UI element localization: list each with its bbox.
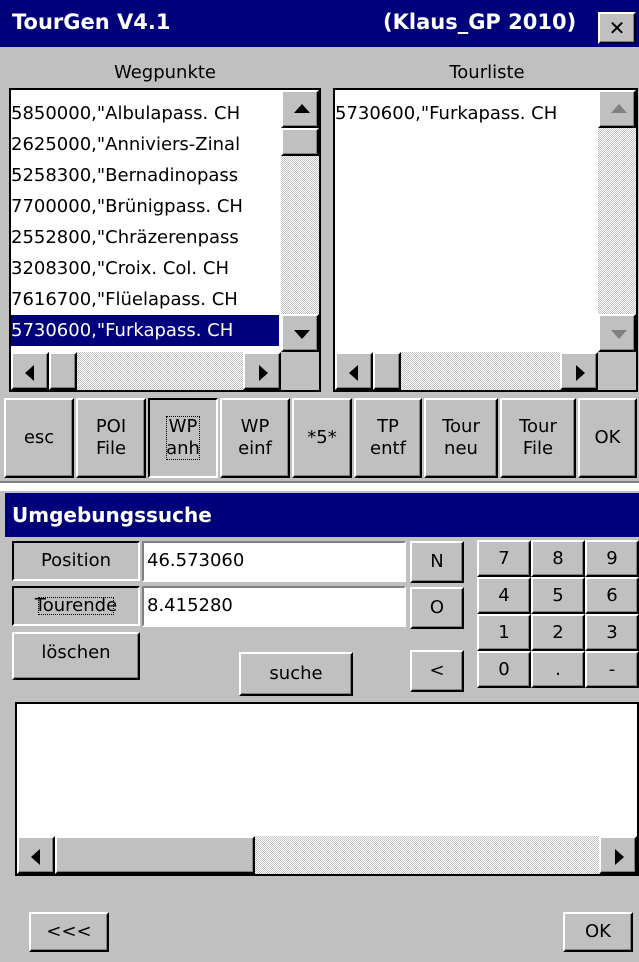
scroll-down-button[interactable] [281, 314, 319, 352]
tp-entf-button[interactable]: TP entf [354, 398, 422, 478]
list-item[interactable]: 5850000,"Albulapass. CH [11, 98, 279, 129]
arrow-up-icon [294, 104, 310, 113]
keypad-key[interactable]: 9 [585, 540, 639, 577]
tour-file-button[interactable]: Tour File [500, 398, 576, 478]
scroll-right-button[interactable] [560, 352, 598, 390]
suche-button[interactable]: suche [239, 652, 353, 696]
hscroll-thumb[interactable] [373, 352, 401, 390]
list-item[interactable]: 5730600,"Furkapass. CH [335, 98, 597, 129]
scroll-left-button[interactable] [335, 352, 373, 390]
arrow-up-icon [611, 104, 627, 113]
wp-einf-button[interactable]: WP einf [220, 398, 290, 478]
keypad-key[interactable]: 6 [585, 577, 639, 614]
scroll-up-button[interactable] [281, 90, 319, 128]
tourlist-header: Tourliste [449, 62, 525, 83]
scroll-down-button[interactable] [598, 314, 636, 352]
list-item[interactable]: 7700000,"Brünigpass. CH [11, 191, 279, 222]
position-field[interactable]: 46.573060 [142, 541, 406, 582]
arrow-right-icon [615, 849, 624, 865]
tourlist-hscroll[interactable] [335, 352, 598, 390]
ok-button[interactable]: OK [578, 398, 637, 478]
waypoints-hscroll[interactable] [11, 352, 281, 390]
keypad-key[interactable]: 8 [531, 540, 585, 577]
keypad-key[interactable]: 0 [477, 651, 531, 688]
arrow-left-icon [31, 849, 40, 865]
scroll-left-button[interactable] [17, 836, 55, 874]
scroll-corner [281, 352, 319, 390]
backspace-button[interactable]: < [410, 650, 464, 692]
scroll-up-button[interactable] [598, 90, 636, 128]
list-item[interactable]: 3208300,"Croix. Col. CH [11, 253, 279, 284]
list-item[interactable]: 5730600,"Furkapass. CH [11, 315, 279, 346]
keypad-key[interactable]: 5 [531, 577, 585, 614]
scroll-right-button[interactable] [599, 836, 637, 874]
search-ok-button[interactable]: OK [563, 912, 633, 952]
list-item[interactable]: 2625000,"Anniviers-Zinal [11, 129, 279, 160]
esc-button[interactable]: esc [4, 398, 74, 478]
wp-anh-button[interactable]: WP anh [148, 398, 218, 478]
five-button[interactable]: *5* [292, 398, 352, 478]
list-item[interactable]: 5258300,"Bernadinopass [11, 160, 279, 191]
waypoints-vscroll[interactable] [281, 90, 319, 352]
window-separator [0, 481, 639, 491]
keypad-key[interactable]: 4 [477, 577, 531, 614]
arrow-left-icon [25, 365, 34, 381]
tourende-field[interactable]: 8.415280 [142, 586, 406, 627]
position-button[interactable]: Position [12, 541, 140, 581]
scroll-thumb[interactable] [281, 128, 319, 156]
loeschen-button[interactable]: löschen [12, 632, 140, 680]
poi-file-button[interactable]: POI File [76, 398, 146, 478]
keypad-key[interactable]: 1 [477, 614, 531, 651]
arrow-down-icon [294, 330, 310, 339]
tourlist-list[interactable]: 5730600,"Furkapass. CH [333, 88, 638, 392]
keypad-key[interactable]: . [531, 651, 585, 688]
results-list[interactable] [15, 702, 639, 876]
arrow-left-icon [349, 365, 358, 381]
scroll-right-button[interactable] [243, 352, 281, 390]
prev-button[interactable]: <<< [29, 912, 109, 952]
keypad-key[interactable]: 2 [531, 614, 585, 651]
window-title: TourGen V4.1 [12, 10, 171, 34]
results-hscroll[interactable] [17, 836, 637, 874]
hscroll-thumb[interactable] [49, 352, 77, 390]
tour-neu-button[interactable]: Tour neu [424, 398, 498, 478]
close-icon: ✕ [608, 16, 626, 40]
arrow-right-icon [576, 365, 585, 381]
numeric-keypad: 789 456 123 0.- [477, 540, 639, 690]
search-title: Umgebungssuche [12, 503, 212, 527]
keypad-key[interactable]: - [585, 651, 639, 688]
tourlist-vscroll[interactable] [598, 90, 636, 352]
hscroll-thumb[interactable] [55, 836, 255, 874]
keypad-key[interactable]: 3 [585, 614, 639, 651]
keypad-key[interactable]: 7 [477, 540, 531, 577]
list-item[interactable]: 7616700,"Flüelapass. CH [11, 284, 279, 315]
scroll-left-button[interactable] [11, 352, 49, 390]
north-button[interactable]: N [410, 541, 464, 583]
east-button[interactable]: O [410, 587, 464, 629]
tourende-button[interactable]: Tourende [12, 586, 140, 626]
waypoints-header: Wegpunkte [113, 62, 217, 83]
window-subtitle: (Klaus_GP 2010) [383, 10, 577, 34]
waypoints-list[interactable]: 5850000,"Albulapass. CH 2625000,"Annivier… [9, 88, 321, 392]
arrow-down-icon [611, 330, 627, 339]
arrow-right-icon [259, 365, 268, 381]
close-button[interactable]: ✕ [598, 12, 636, 44]
list-item[interactable]: 2552800,"Chräzerenpass [11, 222, 279, 253]
scroll-corner [598, 352, 636, 390]
